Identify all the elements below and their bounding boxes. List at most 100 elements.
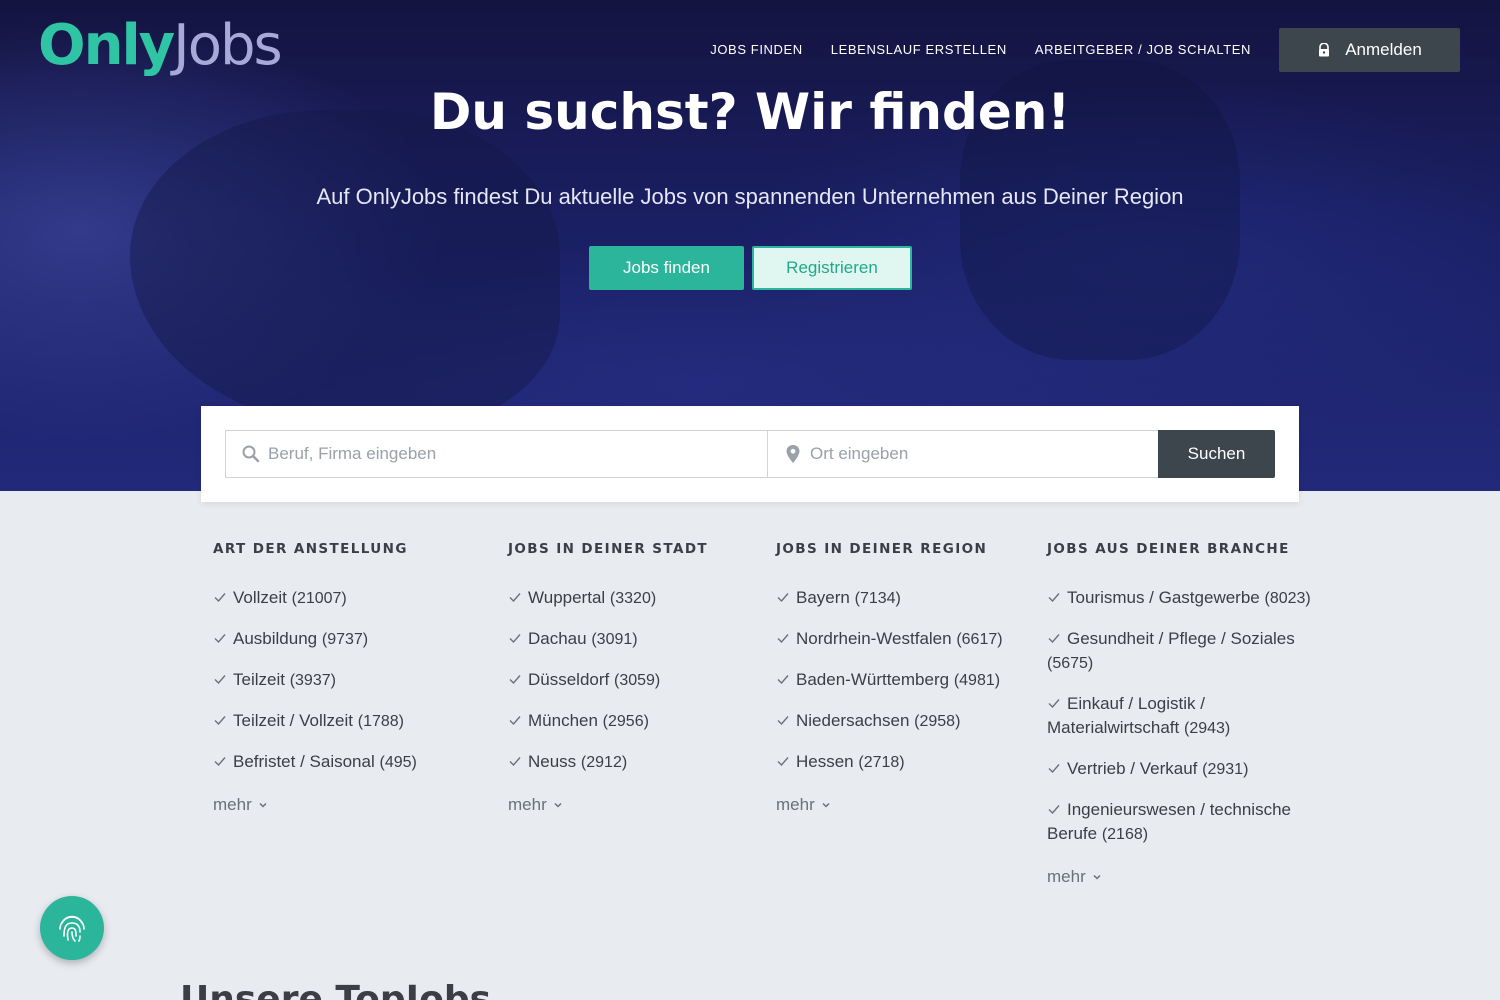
chevron-down-icon <box>259 802 267 808</box>
list-item-label: Dachau <box>528 629 587 648</box>
registrieren-button[interactable]: Registrieren <box>752 246 912 290</box>
list-item[interactable]: Hessen (2718) <box>776 750 1031 775</box>
more-link[interactable]: mehr <box>508 795 563 815</box>
hero-background-shape <box>130 110 560 430</box>
list-item[interactable]: Tourismus / Gastgewerbe (8023) <box>1047 586 1332 611</box>
list-item[interactable]: Gesundheit / Pflege / Soziales (5675) <box>1047 627 1332 676</box>
fingerprint-icon <box>59 915 85 942</box>
list-item-label: München <box>528 711 598 730</box>
list-item-label: Baden-Württemberg <box>796 670 950 689</box>
list-item-count: (495) <box>379 754 417 771</box>
column-title: JOBS AUS DEINER BRANCHE <box>1047 541 1290 557</box>
lock-icon <box>1319 43 1330 57</box>
list-item[interactable]: München (2956) <box>508 709 758 734</box>
list-item-label: Wuppertal <box>528 588 606 607</box>
search-what-field <box>225 430 768 478</box>
list-item-label: Ingenieurswesen / technische Berufe <box>1047 800 1291 843</box>
list-item[interactable]: Vollzeit (21007) <box>213 586 483 611</box>
check-icon <box>1048 699 1060 709</box>
list-item[interactable]: Teilzeit (3937) <box>213 668 483 693</box>
search-location-input[interactable] <box>810 444 1158 464</box>
list-item[interactable]: Wuppertal (3320) <box>508 586 758 611</box>
list-item-label: Tourismus / Gastgewerbe <box>1067 588 1260 607</box>
more-label: mehr <box>1047 867 1086 886</box>
list-item-count: (2956) <box>602 713 649 730</box>
list-item-label: Teilzeit / Vollzeit <box>233 711 353 730</box>
location-pin-icon <box>786 445 800 463</box>
list-item-count: (8023) <box>1264 590 1311 607</box>
search-icon <box>242 445 260 463</box>
column-art-der-anstellung: ART DER ANSTELLUNG Vollzeit (21007) Ausb… <box>213 538 483 815</box>
check-icon <box>777 675 789 685</box>
column-jobs-in-deiner-stadt: JOBS IN DEINER STADT Wuppertal (3320) Da… <box>508 538 758 815</box>
list-item[interactable]: Neuss (2912) <box>508 750 758 775</box>
list-item[interactable]: Düsseldorf (3059) <box>508 668 758 693</box>
check-icon <box>777 593 789 603</box>
fingerprint-button[interactable] <box>40 896 104 960</box>
list-item-count: (3320) <box>609 590 657 607</box>
nav-lebenslauf-erstellen[interactable]: LEBENSLAUF ERSTELLEN <box>831 40 1007 60</box>
list-item-label: Nordrhein-Westfalen <box>796 629 952 648</box>
check-icon <box>1048 764 1060 774</box>
list-item[interactable]: Nordrhein-Westfalen (6617) <box>776 627 1031 652</box>
column-jobs-aus-deiner-branche: JOBS AUS DEINER BRANCHE Tourismus / Gast… <box>1047 538 1332 887</box>
check-icon <box>777 757 789 767</box>
check-icon <box>509 757 521 767</box>
check-icon <box>214 593 226 603</box>
chevron-down-icon <box>554 802 562 808</box>
list-item-count: (7134) <box>854 590 901 607</box>
list-item[interactable]: Vertrieb / Verkauf (2931) <box>1047 757 1332 782</box>
list-item[interactable]: Ausbildung (9737) <box>213 627 483 652</box>
list-item-count: (2958) <box>914 713 961 730</box>
main-nav: JOBS FINDEN LEBENSLAUF ERSTELLEN ARBEITG… <box>710 40 1251 60</box>
list-item-label: Neuss <box>528 752 577 771</box>
jobs-finden-button[interactable]: Jobs finden <box>589 246 744 290</box>
check-icon <box>777 716 789 726</box>
more-link[interactable]: mehr <box>776 795 831 815</box>
more-link[interactable]: mehr <box>1047 867 1102 887</box>
list-item-label: Düsseldorf <box>528 670 610 689</box>
check-icon <box>1048 805 1060 815</box>
list-item-label: Vollzeit <box>233 588 287 607</box>
list-item[interactable]: Bayern (7134) <box>776 586 1031 611</box>
list-item-label: Einkauf / Logistik / Materialwirtschaft <box>1047 694 1205 737</box>
nav-jobs-finden[interactable]: JOBS FINDEN <box>710 40 803 60</box>
list-item[interactable]: Befristet / Saisonal (495) <box>213 750 483 775</box>
search-job-input[interactable] <box>268 444 767 464</box>
list-item-label: Niedersachsen <box>796 711 910 730</box>
list-item[interactable]: Baden-Württemberg (4981) <box>776 668 1031 693</box>
list-item[interactable]: Niedersachsen (2958) <box>776 709 1031 734</box>
check-icon <box>214 716 226 726</box>
check-icon <box>1048 634 1060 644</box>
more-label: mehr <box>776 795 815 814</box>
more-link[interactable]: mehr <box>213 795 268 815</box>
nav-arbeitgeber[interactable]: ARBEITGEBER / JOB SCHALTEN <box>1035 40 1251 60</box>
column-title: ART DER ANSTELLUNG <box>213 541 408 557</box>
search-panel: Suchen <box>201 406 1299 502</box>
list-item-label: Bayern <box>796 588 850 607</box>
list-item-count: (21007) <box>291 590 347 607</box>
list-item[interactable]: Ingenieurswesen / technische Berufe (216… <box>1047 798 1332 847</box>
more-label: mehr <box>508 795 547 814</box>
list-item[interactable]: Teilzeit / Vollzeit (1788) <box>213 709 483 734</box>
chevron-down-icon <box>1093 874 1101 880</box>
column-jobs-in-deiner-region: JOBS IN DEINER REGION Bayern (7134) Nord… <box>776 538 1031 815</box>
column-title: JOBS IN DEINER STADT <box>508 541 709 557</box>
list-item-count: (9737) <box>321 631 369 648</box>
hero-headline: Du suchst? Wir finden! <box>429 83 1071 141</box>
list-item-label: Vertrieb / Verkauf <box>1067 759 1198 778</box>
list-item[interactable]: Einkauf / Logistik / Materialwirtschaft … <box>1047 692 1332 741</box>
list-item[interactable]: Dachau (3091) <box>508 627 758 652</box>
list-item-count: (2718) <box>858 754 905 771</box>
login-button[interactable]: Anmelden <box>1279 28 1460 72</box>
list-item-count: (3091) <box>591 631 638 648</box>
search-button[interactable]: Suchen <box>1158 430 1275 478</box>
column-title: JOBS IN DEINER REGION <box>776 541 988 557</box>
list-item-count: (2931) <box>1202 761 1249 778</box>
brand-logo[interactable]: OnlyJobs <box>38 12 283 80</box>
chevron-down-icon <box>822 802 830 808</box>
list-item-count: (2912) <box>580 754 628 771</box>
check-icon <box>214 757 226 767</box>
list-item-label: Gesundheit / Pflege / Soziales <box>1067 629 1295 648</box>
check-icon <box>509 675 521 685</box>
